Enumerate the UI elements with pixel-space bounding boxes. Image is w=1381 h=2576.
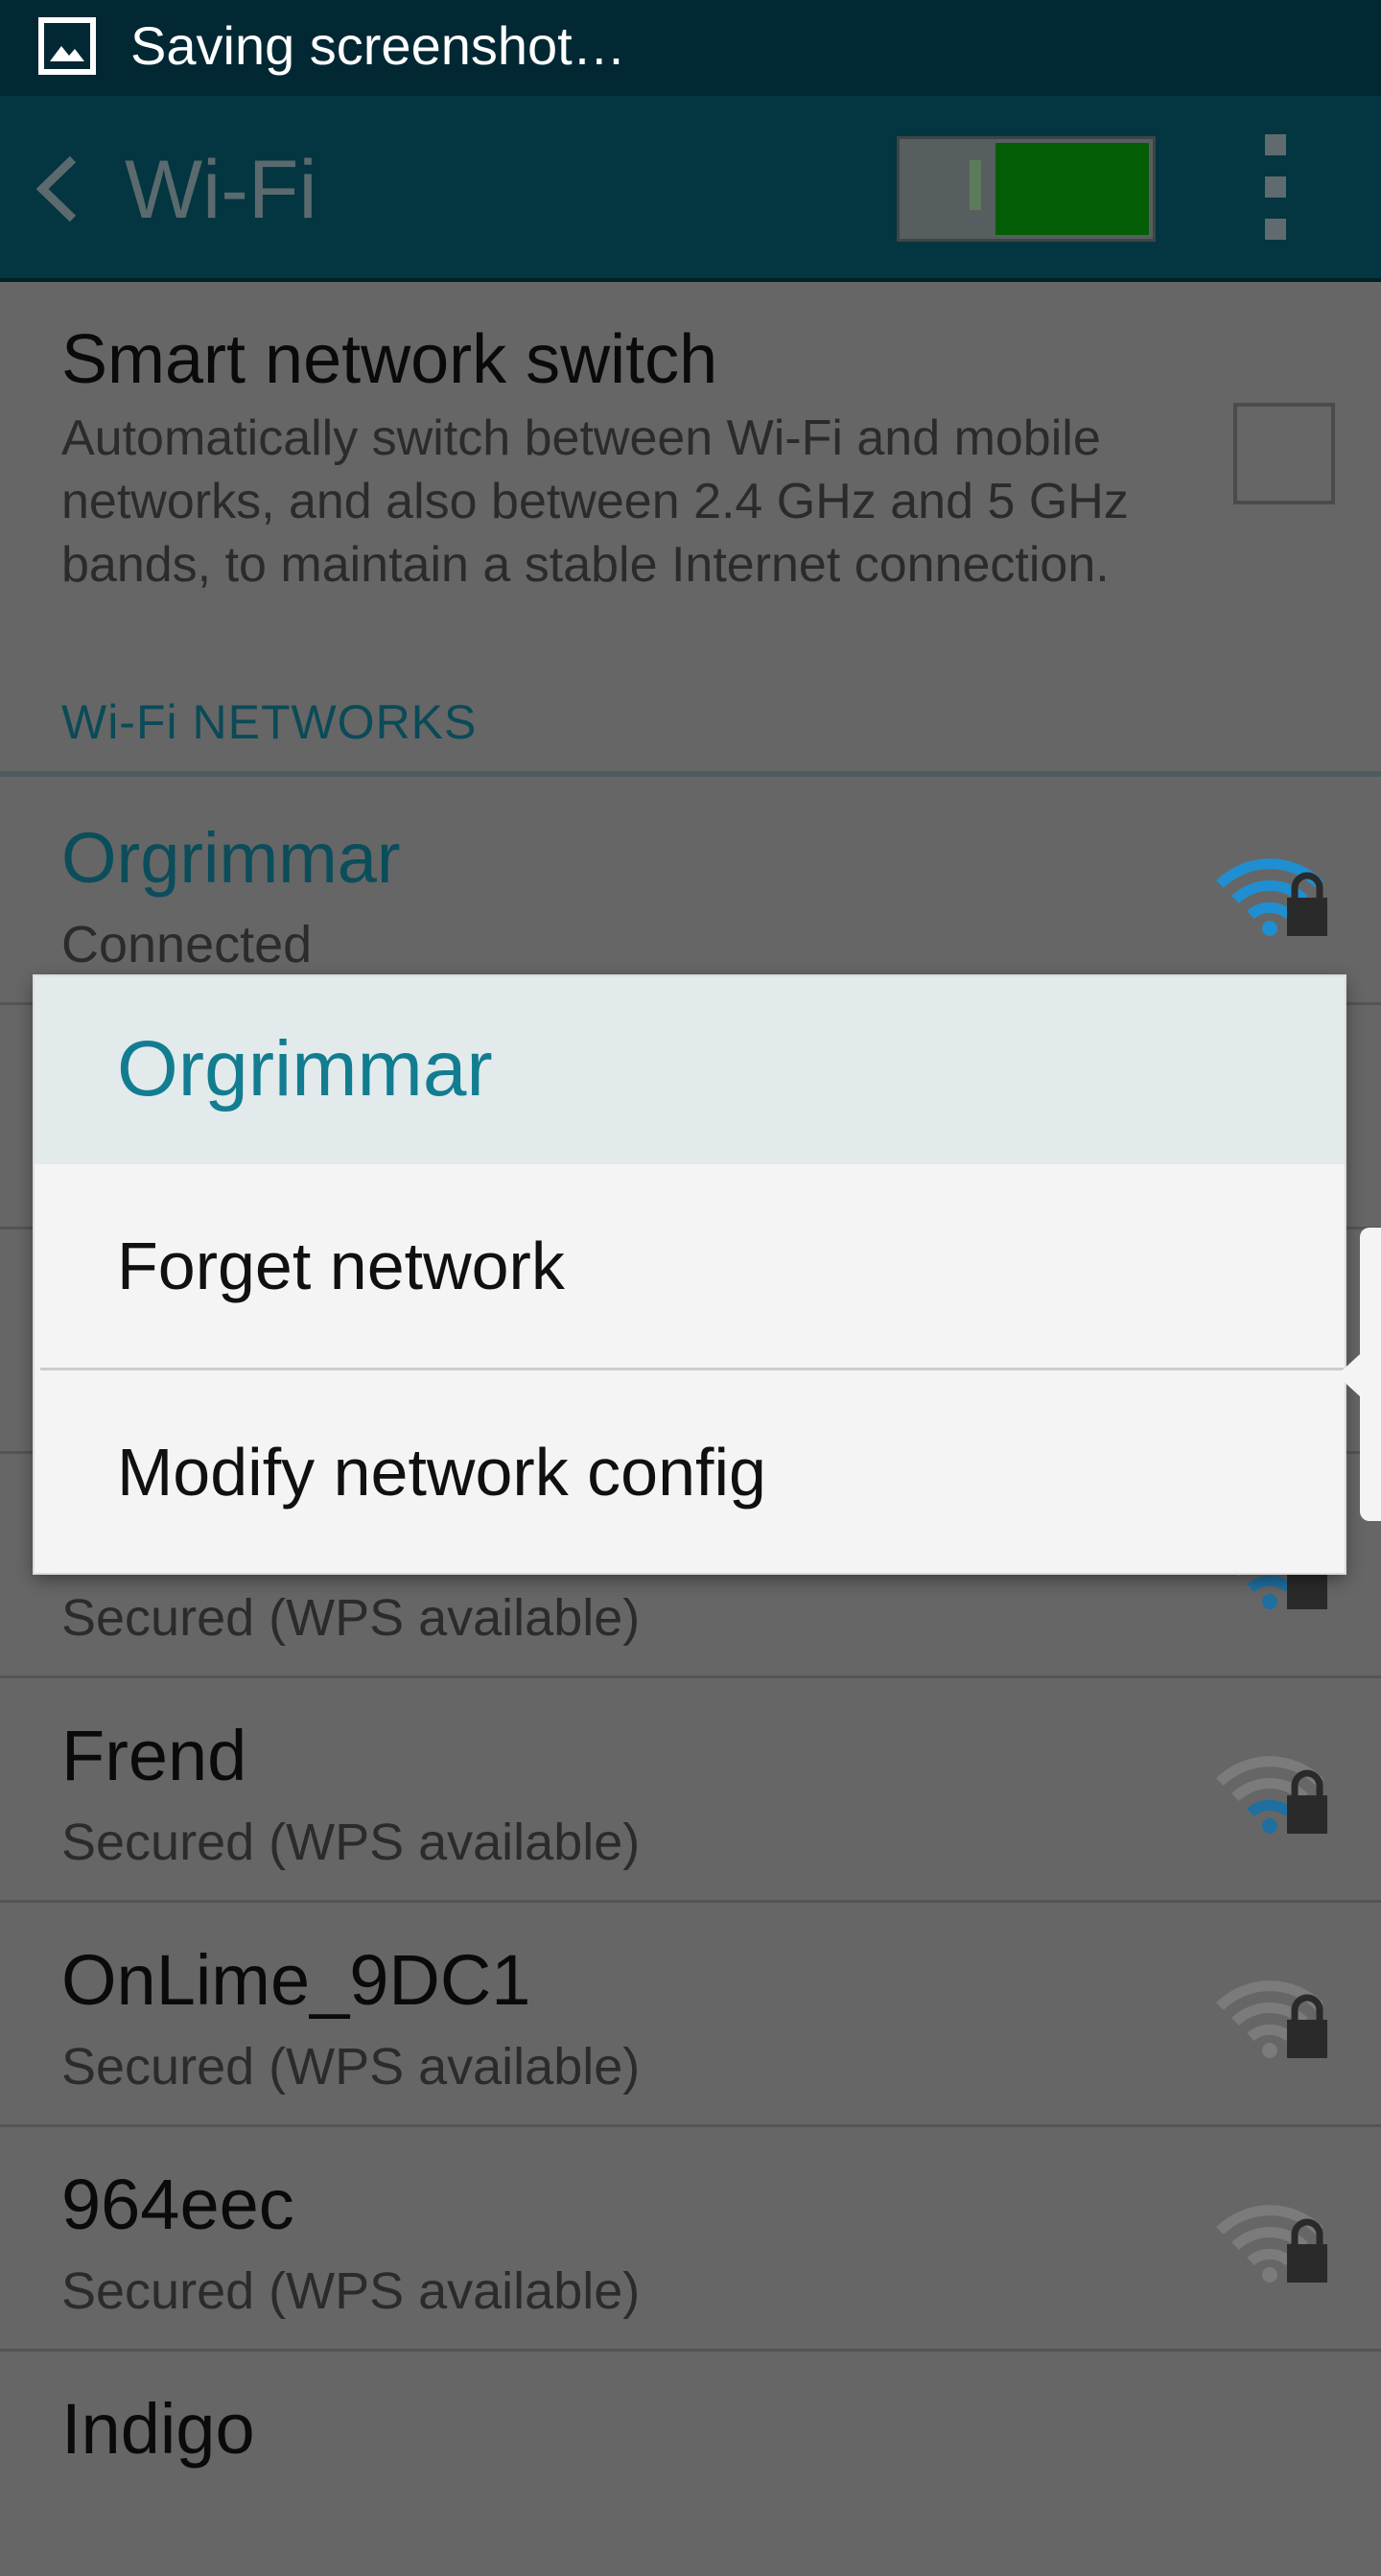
side-panel-handle[interactable] xyxy=(1360,1228,1381,1521)
forget-network-option[interactable]: Forget network xyxy=(35,1164,1345,1366)
status-bar: Saving screenshot… xyxy=(0,0,1381,96)
network-options-dialog: Orgrimmar Forget network Modify network … xyxy=(35,976,1345,1573)
modify-network-config-option[interactable]: Modify network config xyxy=(35,1370,1345,1572)
dialog-title: Orgrimmar xyxy=(117,1025,493,1112)
option-label: Forget network xyxy=(117,1229,565,1303)
status-bar-text: Saving screenshot… xyxy=(130,15,626,76)
option-label: Modify network config xyxy=(117,1435,766,1510)
dialog-header: Orgrimmar xyxy=(35,976,1345,1164)
image-icon xyxy=(38,17,96,75)
side-panel-arrow-icon xyxy=(1337,1354,1360,1396)
